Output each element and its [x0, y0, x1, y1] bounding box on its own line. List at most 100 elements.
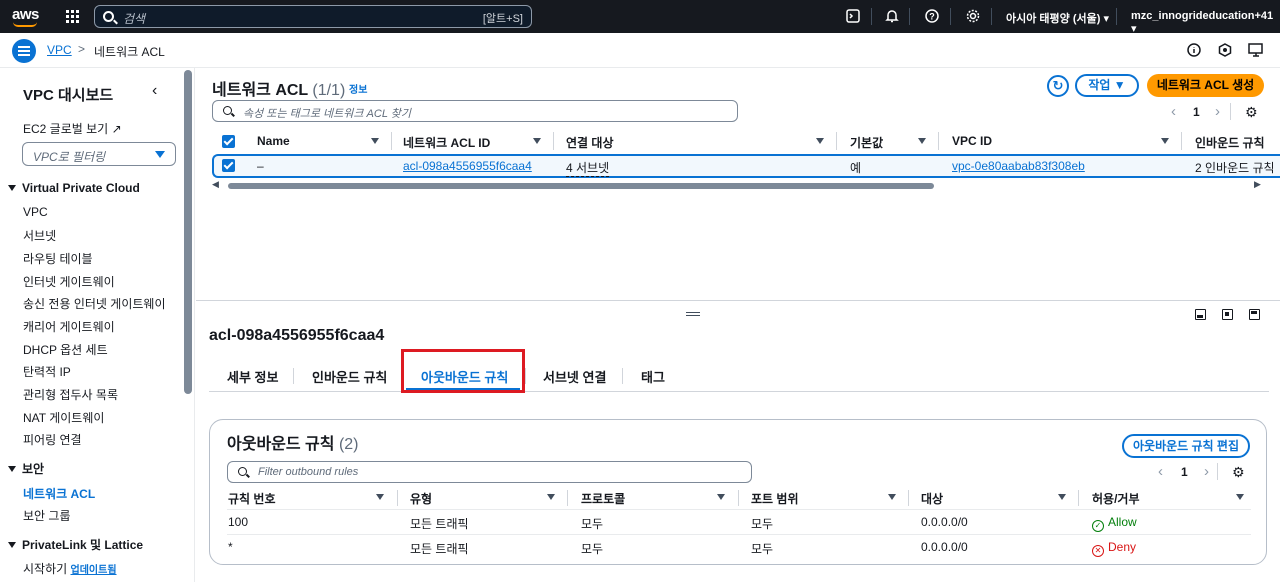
table-preferences-gear-icon[interactable]: ⚙	[1232, 464, 1245, 481]
sort-icon[interactable]	[1058, 494, 1066, 500]
sidebar-item-network-acls[interactable]: 네트워크 ACL	[23, 485, 95, 502]
sort-icon[interactable]	[1161, 138, 1169, 144]
outbound-filter-input[interactable]: Filter outbound rules	[227, 461, 752, 483]
info-link[interactable]: 정보	[349, 81, 367, 96]
page-number[interactable]: 1	[1181, 465, 1188, 479]
section-security[interactable]: 보안	[8, 460, 44, 477]
prev-page-icon[interactable]: ‹	[1171, 103, 1176, 120]
page-title: 네트워크 ACL (1/1)	[212, 82, 346, 99]
sort-icon[interactable]	[533, 138, 541, 144]
section-virtual-private-cloud[interactable]: Virtual Private Cloud	[8, 181, 140, 195]
horizontal-scroll-thumb[interactable]	[228, 183, 934, 189]
sidebar-item-security-groups[interactable]: 보안 그룹	[23, 507, 71, 524]
panel-full-icon[interactable]	[1249, 309, 1260, 320]
next-page-icon[interactable]: ›	[1204, 463, 1209, 480]
rule-protocol: 모두	[581, 517, 604, 531]
breadcrumb-separator: >	[78, 42, 86, 56]
sidebar-title[interactable]: VPC 대시보드	[23, 84, 113, 105]
acl-search-input[interactable]: 속성 또는 태그로 네트워크 ACL 찾기	[212, 100, 738, 122]
actions-button[interactable]: 작업 ▼	[1075, 74, 1139, 97]
table-row[interactable]: – acl-098a4556955f6caa4 4 서브넷 예 vpc-0e80…	[212, 154, 1280, 178]
page-number[interactable]: 1	[1193, 105, 1200, 119]
sidebar-item-nat-gateways[interactable]: NAT 게이트웨이	[23, 409, 104, 426]
sort-icon[interactable]	[918, 138, 926, 144]
info-icon[interactable]	[1186, 43, 1201, 58]
panel-side-icon[interactable]	[1222, 309, 1233, 320]
vpc-filter-select[interactable]: VPC로 필터링	[22, 142, 176, 166]
screen-share-icon[interactable]	[1248, 43, 1263, 58]
row-checkbox[interactable]	[222, 159, 235, 172]
navigation-menu-button[interactable]	[12, 39, 36, 63]
rule-type: 모든 트래픽	[410, 517, 469, 531]
refresh-button[interactable]: ↻	[1047, 75, 1069, 97]
tab-inbound-rules[interactable]: 인바운드 규칙	[312, 367, 387, 386]
cloudshell-icon[interactable]	[845, 9, 860, 24]
sidebar-item-vpc[interactable]: VPC	[23, 205, 48, 219]
close-sidebar-icon[interactable]: ‹	[152, 82, 157, 100]
row-inbound-rules: 2 인바운드 규칙	[1195, 161, 1275, 175]
table-preferences-gear-icon[interactable]: ⚙	[1245, 104, 1258, 121]
scroll-right-icon[interactable]: ▶	[1254, 179, 1261, 190]
row-vpc-id-link[interactable]: vpc-0e80aabab83f308eb	[952, 159, 1085, 173]
row-associated-subnets[interactable]: 4 서브넷	[566, 159, 610, 177]
sidebar-item-peering[interactable]: 피어링 연결	[23, 431, 82, 448]
gear-icon[interactable]	[965, 9, 980, 24]
services-grid-icon[interactable]	[66, 10, 80, 24]
sidebar-item-egress-only-igw[interactable]: 송신 전용 인터넷 게이트웨이	[23, 295, 165, 312]
row-acl-id-link[interactable]: acl-098a4556955f6caa4	[403, 159, 532, 173]
search-placeholder: 검색	[123, 12, 146, 26]
sidebar-item-getting-started[interactable]: 시작하기 업데이트됨	[23, 560, 117, 577]
account-menu[interactable]: mzc_innogrideducation+41 ▾	[1131, 10, 1280, 35]
sidebar-item-prefix-lists[interactable]: 관리형 접두사 목록	[23, 386, 118, 403]
sidebar-item-route-tables[interactable]: 라우팅 테이블	[23, 250, 93, 267]
section-privatelink[interactable]: PrivateLink 및 Lattice	[8, 536, 143, 553]
bell-icon[interactable]	[884, 9, 899, 24]
col-vpc-id[interactable]: VPC ID	[952, 134, 992, 148]
col-default[interactable]: 기본값	[850, 134, 883, 151]
col-rule-number[interactable]: 규칙 번호	[228, 490, 276, 507]
scroll-left-icon[interactable]: ◀	[212, 179, 219, 190]
ec2-global-view-link[interactable]: EC2 글로벌 보기 ↗	[23, 120, 122, 137]
tab-subnet-associations[interactable]: 서브넷 연결	[543, 367, 606, 386]
col-protocol[interactable]: 프로토콜	[581, 490, 625, 507]
breadcrumb-vpc[interactable]: VPC	[47, 43, 72, 57]
sort-icon[interactable]	[376, 494, 384, 500]
feedback-icon[interactable]	[1217, 43, 1232, 58]
create-network-acl-button[interactable]: 네트워크 ACL 생성	[1147, 74, 1264, 97]
col-port-range[interactable]: 포트 범위	[751, 490, 799, 507]
sort-icon[interactable]	[888, 494, 896, 500]
aws-logo[interactable]: aws	[12, 6, 39, 27]
next-page-icon[interactable]: ›	[1215, 103, 1220, 120]
prev-page-icon[interactable]: ‹	[1158, 463, 1163, 480]
region-selector[interactable]: 아시아 태평양 (서울) ▾	[1006, 10, 1109, 26]
tab-details[interactable]: 세부 정보	[227, 367, 278, 386]
edit-outbound-rules-button[interactable]: 아웃바운드 규칙 편집	[1122, 434, 1250, 458]
sidebar-item-elastic-ip[interactable]: 탄력적 IP	[23, 363, 71, 380]
sidebar-scrollbar[interactable]	[184, 70, 192, 394]
sidebar-item-internet-gateways[interactable]: 인터넷 게이트웨이	[23, 273, 115, 290]
sort-icon[interactable]	[547, 494, 555, 500]
sort-icon[interactable]	[1236, 494, 1244, 500]
annotation-highlight-box	[401, 349, 525, 393]
panel-bottom-icon[interactable]	[1195, 309, 1206, 320]
sidebar-item-subnets[interactable]: 서브넷	[23, 227, 56, 244]
global-search-input[interactable]: 검색 [알트+S]	[94, 5, 532, 28]
col-acl-id[interactable]: 네트워크 ACL ID	[403, 134, 490, 151]
col-associated-with[interactable]: 연결 대상	[566, 134, 614, 151]
sidebar-item-dhcp-options[interactable]: DHCP 옵션 세트	[23, 341, 108, 358]
col-destination[interactable]: 대상	[921, 490, 943, 507]
sort-icon[interactable]	[717, 494, 725, 500]
help-icon[interactable]: ?	[924, 9, 939, 24]
select-all-checkbox[interactable]	[222, 135, 235, 148]
col-allow-deny[interactable]: 허용/거부	[1092, 490, 1140, 507]
col-inbound-rules[interactable]: 인바운드 규칙	[1195, 134, 1265, 151]
tab-tags[interactable]: 태그	[641, 367, 665, 386]
sidebar-item-carrier-gateways[interactable]: 캐리어 게이트웨이	[23, 318, 115, 335]
col-type[interactable]: 유형	[410, 490, 432, 507]
sort-icon[interactable]	[371, 138, 379, 144]
col-name[interactable]: Name	[257, 134, 290, 148]
sort-icon[interactable]	[816, 138, 824, 144]
resize-handle[interactable]	[686, 312, 700, 316]
breadcrumb-current: 네트워크 ACL	[94, 45, 165, 59]
check-circle-icon: ✓	[1092, 520, 1104, 532]
